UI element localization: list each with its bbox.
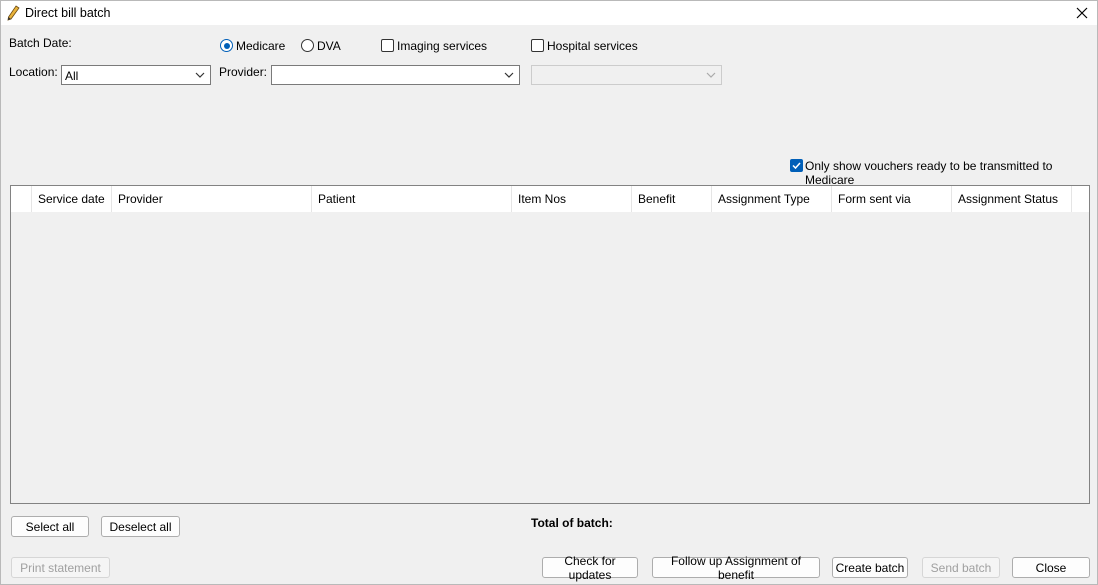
column-header-benefit[interactable]: Benefit [632, 186, 712, 212]
dva-radio[interactable] [301, 39, 314, 52]
deselect-all-button[interactable]: Deselect all [101, 516, 180, 537]
select-all-button[interactable]: Select all [11, 516, 89, 537]
close-button[interactable]: Close [1012, 557, 1090, 578]
medicare-radio-label[interactable]: Medicare [236, 39, 285, 53]
create-batch-button[interactable]: Create batch [832, 557, 908, 578]
pencil-icon [7, 5, 20, 21]
medicare-radio[interactable] [220, 39, 233, 52]
print-statement-button[interactable]: Print statement [11, 557, 110, 578]
provider-label: Provider: [219, 65, 268, 79]
column-header-provider[interactable]: Provider [112, 186, 312, 212]
title-bar: Direct bill batch [1, 1, 1097, 25]
window-title: Direct bill batch [25, 6, 111, 20]
only-show-ready-checkbox[interactable] [790, 159, 803, 172]
imaging-services-label[interactable]: Imaging services [397, 39, 487, 53]
batch-date-label: Batch Date: [9, 36, 72, 50]
follow-up-assignment-button[interactable]: Follow up Assignment of benefit [652, 554, 820, 582]
hospital-services-checkbox[interactable] [531, 39, 544, 52]
imaging-services-checkbox[interactable] [381, 39, 394, 52]
only-show-ready-label[interactable]: Only show vouchers ready to be transmitt… [805, 159, 1097, 187]
column-header-item-nos[interactable]: Item Nos [512, 186, 632, 212]
hospital-services-label[interactable]: Hospital services [547, 39, 638, 53]
close-window-icon[interactable] [1071, 3, 1093, 23]
secondary-dropdown [531, 65, 722, 85]
select-column-header [11, 186, 32, 212]
chevron-down-icon [195, 72, 205, 78]
provider-dropdown[interactable] [271, 65, 520, 85]
location-value: All [65, 69, 79, 83]
checkmark-icon [792, 162, 801, 170]
table-header: Service date Provider Patient Item Nos B… [11, 186, 1089, 212]
column-header-service-date[interactable]: Service date [32, 186, 112, 212]
chevron-down-icon [706, 72, 716, 78]
send-batch-button[interactable]: Send batch [922, 557, 1000, 578]
check-for-updates-button[interactable]: Check for updates [542, 554, 638, 582]
column-header-patient[interactable]: Patient [312, 186, 512, 212]
location-label: Location: [9, 65, 58, 79]
location-dropdown[interactable]: All [61, 65, 211, 85]
voucher-table[interactable]: Service date Provider Patient Item Nos B… [10, 185, 1090, 504]
direct-bill-batch-window: Direct bill batch Batch Date: Medicare D… [0, 0, 1098, 585]
column-header-form-sent-via[interactable]: Form sent via [832, 186, 952, 212]
chevron-down-icon [504, 72, 514, 78]
dva-radio-label[interactable]: DVA [317, 39, 341, 53]
column-header-assignment-status[interactable]: Assignment Status [952, 186, 1072, 212]
column-header-assignment-type[interactable]: Assignment Type [712, 186, 832, 212]
total-of-batch-label: Total of batch: [531, 516, 613, 530]
